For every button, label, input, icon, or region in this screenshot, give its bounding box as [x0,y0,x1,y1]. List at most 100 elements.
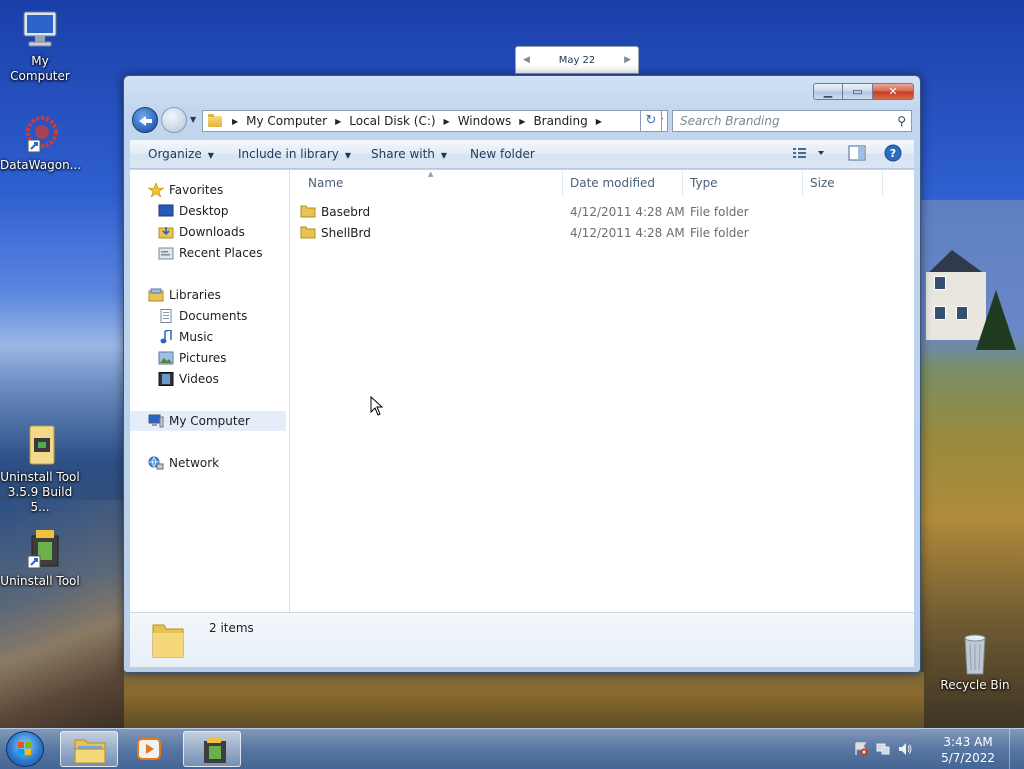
breadcrumb-item[interactable]: My Computer [246,114,327,128]
search-input[interactable]: Search Branding ⚲ [672,110,912,132]
maximize-button[interactable]: ▭ [842,83,872,100]
chevron-right-icon[interactable]: ▶ [596,117,602,126]
desktop-icon-label: DataWagon... [0,158,82,172]
column-header-name[interactable]: Name ▲ [290,170,563,196]
details-pane: 2 items [130,612,914,667]
view-list-icon [793,148,824,158]
search-icon[interactable]: ⚲ [897,111,906,131]
file-type-cell: File folder [690,226,749,240]
forward-button[interactable] [161,107,187,133]
desktop-icon-my-computer[interactable]: My Computer [0,8,80,84]
refresh-button[interactable]: ↻ [640,110,662,132]
taskbar: 3:43 AM 5/7/2022 [0,728,1024,769]
nav-pictures[interactable]: Pictures [158,348,227,368]
include-in-library-button[interactable]: Include in library ▼ [238,147,351,161]
computer-icon [148,414,164,428]
calendar-flyout: ◀ May 22 ▶ [515,46,639,74]
breadcrumb-item[interactable]: Local Disk (C:) [349,114,435,128]
file-date-cell: 4/12/2011 4:28 AM [570,205,685,219]
calendar-month-label[interactable]: May 22 [516,55,638,66]
clock-date: 5/7/2022 [941,751,995,765]
desktop-icon [158,204,174,218]
folder-icon [300,226,316,239]
nav-my-computer[interactable]: My Computer [130,411,286,431]
desktop-icon-uninstall-tool[interactable]: Uninstall Tool [0,528,80,589]
nav-music[interactable]: Music [158,327,213,347]
breadcrumb-item[interactable]: Branding [533,114,587,128]
address-bar[interactable]: ▶ My Computer ▶ Local Disk (C:) ▶ Window… [202,110,668,132]
item-count: 2 items [209,621,254,635]
nav-libraries[interactable]: Libraries [148,285,221,305]
navigation-pane: Favorites Desktop Downloads Recent Place… [130,170,290,612]
clock[interactable]: 3:43 AM 5/7/2022 [941,734,995,766]
svg-text:?: ? [890,147,896,160]
column-header-size[interactable]: Size [803,170,883,196]
nav-videos[interactable]: Videos [158,369,219,389]
command-bar: Organize ▼ Include in library ▼ Share with… [130,140,914,169]
desktop-icon-recycle-bin[interactable]: Recycle Bin [935,632,1015,693]
folder-icon [208,113,222,127]
taskbar-explorer-button[interactable] [60,731,118,767]
preview-pane-icon [848,145,866,161]
explorer-window: ▁ ▭ ✕ ▼ ▶ My Computer ▶ Local Disk (C:) … [123,75,921,673]
uninstall-tool-icon [18,528,62,572]
chevron-right-icon[interactable]: ▶ [232,117,238,126]
desktop-icon-datawagon[interactable]: DataWagon... [0,112,82,173]
back-button[interactable] [132,107,158,133]
start-button[interactable] [6,731,44,767]
breadcrumb-item[interactable]: Windows [458,114,512,128]
share-with-button[interactable]: Share with ▼ [371,147,447,161]
file-name-cell: ShellBrd [300,223,371,243]
content-area: Favorites Desktop Downloads Recent Place… [130,170,914,612]
calendar-next-button[interactable]: ▶ [624,55,631,65]
desktop-icon-label: Uninstall Tool 3.5.9 Build 5... [0,470,80,514]
change-view-button[interactable] [792,146,828,163]
nav-documents[interactable]: Documents [158,306,247,326]
preview-pane-button[interactable] [848,145,866,164]
help-button[interactable]: ? [884,144,902,165]
chevron-right-icon[interactable]: ▶ [519,117,525,126]
star-icon [147,182,165,198]
downloads-folder-icon [158,225,174,239]
file-row[interactable]: ShellBrd 4/12/2011 4:28 AM File folder [300,223,900,243]
chevron-down-icon: ▼ [207,151,214,160]
taskbar-uninstall-tool-button[interactable] [183,731,241,767]
file-row[interactable]: Basebrd 4/12/2011 4:28 AM File folder [300,202,900,222]
chevron-right-icon[interactable]: ▶ [444,117,450,126]
close-button[interactable]: ✕ [872,83,914,100]
network-status-icon[interactable] [876,742,890,756]
nav-network[interactable]: Network [148,453,219,473]
explorer-folder-icon [74,739,106,764]
wallpaper-grass [124,672,924,730]
caption-buttons: ▁ ▭ ✕ [813,83,914,101]
help-icon: ? [884,144,902,162]
file-type-cell: File folder [690,205,749,219]
chevron-right-icon[interactable]: ▶ [335,117,341,126]
column-header-date-modified[interactable]: Date modified [563,170,683,196]
sort-ascending-icon: ▲ [428,170,434,178]
refresh-icon: ↻ [645,113,657,128]
organize-button[interactable]: Organize ▼ [148,147,214,161]
desktop-icon-label: Recycle Bin [940,678,1010,692]
nav-desktop[interactable]: Desktop [158,201,229,221]
windows-logo-icon [18,742,31,755]
nav-downloads[interactable]: Downloads [158,222,245,242]
uninstall-tool-icon [204,737,226,763]
libraries-icon [148,288,164,302]
nav-recent-places[interactable]: Recent Places [158,243,262,263]
column-header-type[interactable]: Type [683,170,803,196]
pictures-icon [158,351,174,365]
desktop-icon-uninstall-tool-installer[interactable]: Uninstall Tool 3.5.9 Build 5... [0,424,80,515]
file-list: Name ▲ Date modified Type Size Basebrd 4… [290,170,914,612]
volume-icon[interactable] [898,742,912,756]
action-center-flag-icon[interactable] [854,742,868,756]
recent-pages-dropdown[interactable]: ▼ [190,115,196,124]
show-desktop-button[interactable] [1009,729,1024,769]
minimize-button[interactable]: ▁ [813,83,842,100]
file-name-cell: Basebrd [300,202,370,222]
documents-icon [158,309,174,323]
videos-icon [158,372,174,386]
nav-favorites[interactable]: Favorites [147,180,223,200]
new-folder-button[interactable]: New folder [470,147,535,161]
taskbar-media-player-button[interactable] [130,731,170,767]
